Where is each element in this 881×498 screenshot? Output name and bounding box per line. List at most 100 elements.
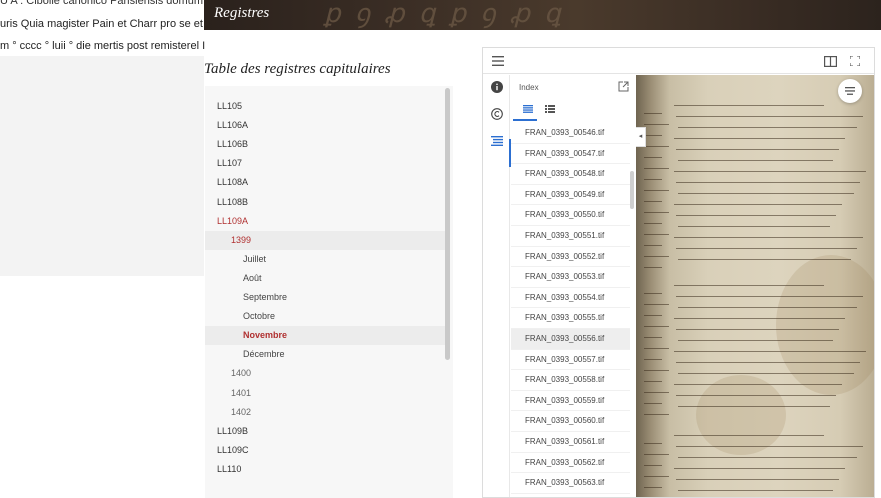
margin-note-line — [644, 124, 669, 125]
register-item-ll109c[interactable]: LL109C — [217, 441, 447, 460]
handwriting-line — [678, 307, 857, 308]
chevron-left-icon[interactable]: ◂ — [636, 127, 646, 147]
margin-note-line — [644, 465, 662, 466]
background-text-line-1: U A . Cibolle canonico Parisiensis domum… — [0, 0, 210, 7]
register-item-ll106b[interactable]: LL106B — [217, 135, 447, 154]
file-list-item[interactable]: FRAN_0393_00559.tif — [511, 391, 630, 412]
handwriting-line — [678, 490, 833, 491]
manuscript-banner-decoration: ꝑ ꝯ ꝓ ꝗ ꝑ ꝯ ꝓ ꝗ — [324, 0, 564, 29]
page-stain — [696, 375, 786, 455]
handwriting-line — [676, 395, 836, 396]
file-list-item[interactable]: FRAN_0393_00550.tif — [511, 205, 630, 226]
margin-note-line — [644, 190, 669, 191]
popout-icon[interactable] — [617, 80, 630, 93]
register-item-ll110[interactable]: LL110 — [217, 460, 447, 479]
year-item-1401[interactable]: 1401 — [231, 384, 251, 403]
header-title[interactable]: Registres — [214, 5, 269, 22]
file-list-item[interactable]: FRAN_0393_00558.tif — [511, 370, 630, 391]
registres-scrollbar[interactable] — [445, 88, 450, 360]
copyright-icon[interactable] — [488, 108, 505, 125]
viewer-side-rail — [483, 75, 511, 497]
file-list-item[interactable]: FRAN_0393_00548.tif — [511, 164, 630, 185]
margin-note-line — [644, 315, 662, 316]
site-header: ꝑ ꝯ ꝓ ꝗ ꝑ ꝯ ꝓ ꝗ Registres — [204, 0, 881, 30]
handwriting-line — [676, 296, 863, 297]
margin-note-line — [644, 443, 662, 444]
margin-note-line — [644, 245, 662, 246]
book-view-icon[interactable] — [823, 54, 837, 68]
handwriting-line — [676, 248, 857, 249]
file-list-item[interactable]: FRAN_0393_00557.tif — [511, 350, 630, 371]
month-item[interactable]: Juillet — [243, 250, 266, 269]
file-list-item[interactable]: FRAN_0393_00563.tif — [511, 473, 630, 494]
file-list-item[interactable]: FRAN_0393_00551.tif — [511, 226, 630, 247]
year-item-1399[interactable]: 1399 — [231, 231, 251, 250]
viewer-toolbar — [483, 48, 874, 74]
file-list-item[interactable]: FRAN_0393_00564.tif — [511, 494, 630, 497]
margin-note-line — [644, 414, 669, 415]
info-icon[interactable] — [488, 81, 505, 98]
background-panel — [0, 56, 204, 276]
file-list-item[interactable]: FRAN_0393_00553.tif — [511, 267, 630, 288]
file-list-item[interactable]: FRAN_0393_00552.tif — [511, 247, 630, 268]
table-of-contents-icon[interactable] — [488, 135, 505, 152]
index-scrollbar[interactable] — [630, 171, 634, 209]
margin-note-line — [644, 326, 669, 327]
margin-note-line — [644, 212, 669, 213]
margin-note-line — [644, 168, 669, 169]
handwriting-line — [676, 215, 836, 216]
list-detail-icon[interactable] — [543, 102, 557, 116]
handwriting-line — [674, 138, 845, 139]
file-list-item[interactable]: FRAN_0393_00549.tif — [511, 185, 630, 206]
fullscreen-icon[interactable] — [848, 54, 862, 68]
year-item-1400[interactable]: 1400 — [231, 364, 251, 383]
handwriting-line — [676, 149, 839, 150]
month-item[interactable]: Septembre — [243, 288, 287, 307]
index-label: Index — [519, 83, 539, 92]
margin-note-line — [644, 113, 662, 114]
handwriting-line — [676, 182, 860, 183]
handwriting-line — [674, 237, 863, 238]
register-item-ll109b[interactable]: LL109B — [217, 422, 447, 441]
page-menu-icon — [844, 86, 856, 96]
register-item-ll105[interactable]: LL105 — [217, 97, 447, 116]
file-list-item[interactable]: FRAN_0393_00556.tif — [511, 328, 630, 350]
handwriting-line — [676, 479, 839, 480]
file-list-item[interactable]: FRAN_0393_00547.tif — [511, 144, 630, 165]
year-item-1402[interactable]: 1402 — [231, 403, 251, 422]
margin-note-line — [644, 135, 662, 136]
margin-note-line — [644, 476, 669, 477]
handwriting-line — [676, 116, 863, 117]
register-item-ll108b[interactable]: LL108B — [217, 193, 447, 212]
month-item[interactable]: Octobre — [243, 307, 275, 326]
file-list-item[interactable]: FRAN_0393_00560.tif — [511, 411, 630, 432]
margin-note-line — [644, 267, 662, 268]
month-item[interactable]: Août — [243, 269, 262, 288]
document-viewer: Index FRAN_0393_00546.tif FRAN_0393_00547… — [482, 47, 875, 498]
list-compact-icon[interactable] — [521, 102, 535, 116]
file-list-item[interactable]: FRAN_0393_00554.tif — [511, 288, 630, 309]
handwriting-line — [678, 259, 851, 260]
handwriting-line — [678, 340, 833, 341]
register-item-ll109a[interactable]: LL109A — [217, 212, 447, 231]
file-list-item[interactable]: FRAN_0393_00555.tif — [511, 308, 630, 329]
view-mode-indicator — [513, 119, 537, 121]
register-item-ll108a[interactable]: LL108A — [217, 173, 447, 192]
margin-note-line — [644, 293, 662, 294]
page-menu-button[interactable] — [838, 79, 862, 103]
hamburger-icon[interactable] — [491, 54, 505, 68]
month-item[interactable]: Novembre — [243, 326, 287, 345]
margin-note-line — [644, 337, 662, 338]
manuscript-page-image[interactable] — [636, 75, 874, 497]
month-item[interactable]: Décembre — [243, 345, 285, 364]
file-list-item[interactable]: FRAN_0393_00561.tif — [511, 432, 630, 453]
handwriting-line — [676, 329, 839, 330]
register-item-ll106a[interactable]: LL106A — [217, 116, 447, 135]
register-item-ll107[interactable]: LL107 — [217, 154, 447, 173]
margin-note-line — [644, 487, 662, 488]
handwriting-line — [674, 468, 845, 469]
file-list-item[interactable]: FRAN_0393_00546.tif — [511, 123, 630, 144]
handwriting-line — [674, 351, 866, 352]
handwriting-line — [674, 105, 824, 106]
file-list-item[interactable]: FRAN_0393_00562.tif — [511, 453, 630, 474]
